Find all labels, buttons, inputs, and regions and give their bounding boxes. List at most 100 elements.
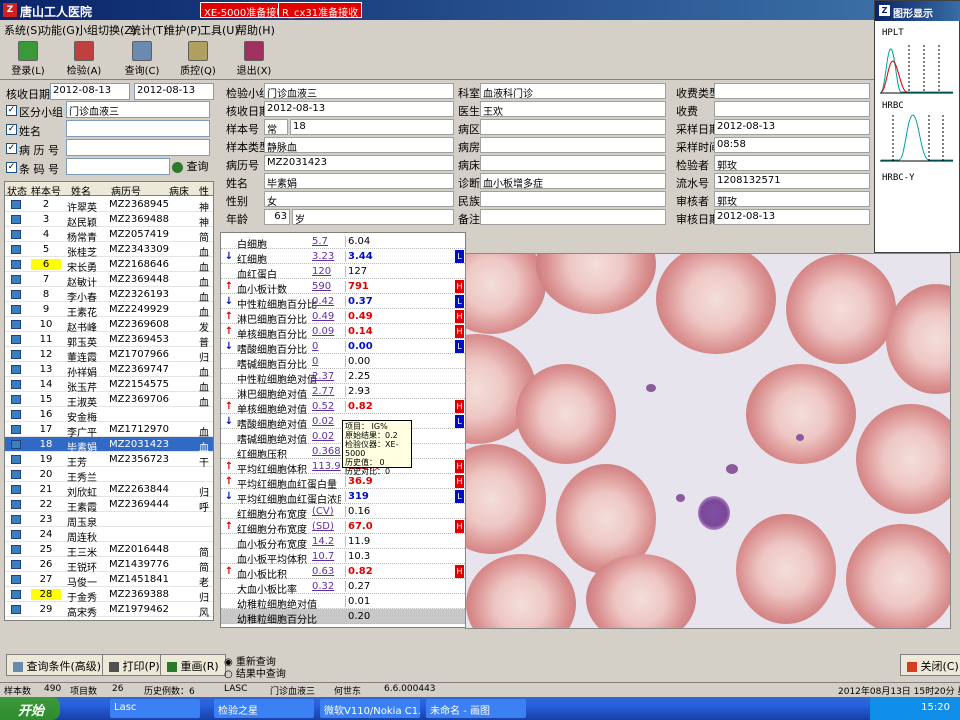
result-value[interactable]: 0.20 [345, 611, 455, 622]
result-value[interactable]: 319 [345, 491, 455, 502]
result-row[interactable]: ↑ 单核细胞绝对值 0.52 0.82 H [221, 399, 465, 416]
result-row[interactable]: ↓ 中性粒细胞百分比 0.42 0.37 L [221, 294, 465, 311]
table-row[interactable]: 13 孙祥娟 MZ2369747 血 [5, 362, 213, 379]
result-row[interactable]: ↑ 单核细胞百分比 0.09 0.14 H [221, 324, 465, 341]
history-link[interactable]: 14.2 [312, 536, 346, 547]
redraw-button[interactable]: 重画(R) [160, 654, 226, 676]
table-row[interactable]: 17 李广平 MZ1712970 血 [5, 422, 213, 439]
test-button[interactable]: 检验(A) [62, 40, 106, 77]
group-field[interactable]: 门诊血液三 [264, 83, 454, 99]
result-value[interactable]: 11.9 [345, 536, 455, 547]
table-row[interactable]: 5 张桂芝 MZ2343309 血 [5, 242, 213, 259]
result-value[interactable]: 0.01 [345, 596, 455, 607]
record-input[interactable] [66, 139, 210, 156]
review-date-field[interactable]: 2012-08-13 [714, 209, 870, 225]
menu-function[interactable]: 功能(G) [40, 22, 79, 38]
history-link[interactable]: 3.23 [312, 251, 346, 262]
table-row[interactable]: 18 毕素娟 MZ2031423 血 [5, 437, 213, 454]
task-lasc[interactable]: Lasc [110, 699, 200, 718]
result-row[interactable]: ↓ 嗜酸细胞百分比 0 0.00 L [221, 339, 465, 356]
table-row[interactable]: 6 宋长勇 MZ2168646 血 [5, 257, 213, 274]
table-row[interactable]: 26 王锐环 MZ1439776 简 [5, 557, 213, 574]
history-link[interactable]: 0.02 [312, 431, 346, 442]
search-button[interactable]: 查询 [172, 158, 212, 176]
table-row[interactable]: 15 王淑英 MZ2369706 血 [5, 392, 213, 409]
task-paint[interactable]: 未命名 - 画图 [426, 699, 526, 718]
result-row[interactable]: ↓ 红细胞 3.23 3.44 L [221, 249, 465, 266]
result-value[interactable]: 2.25 [345, 371, 455, 382]
result-row[interactable]: 淋巴细胞绝对值 2.77 2.93 [221, 384, 465, 401]
group-select[interactable]: 门诊血液三 [66, 101, 210, 118]
result-row[interactable]: 中性粒细胞绝对值 2.37 2.25 [221, 369, 465, 386]
table-row[interactable]: 19 王芳 MZ2356723 干 [5, 452, 213, 469]
result-value[interactable]: 3.44 [345, 251, 455, 262]
tester-field[interactable]: 郭玫 [714, 155, 870, 171]
menu-statistics[interactable]: 统计(T) [130, 22, 167, 38]
table-row[interactable]: 20 王秀兰 [5, 467, 213, 484]
ethnic-field[interactable] [480, 191, 666, 207]
result-value[interactable]: 0.14 [345, 326, 455, 337]
table-row[interactable]: 7 赵敏计 MZ2369448 血 [5, 272, 213, 289]
history-link[interactable]: 0.49 [312, 311, 346, 322]
patient-name-field[interactable]: 毕素娟 [264, 173, 454, 189]
history-link[interactable]: 590 [312, 281, 346, 292]
result-row[interactable]: 幼稚粒细胞绝对值 0.01 [221, 594, 465, 611]
result-value[interactable]: 2.93 [345, 386, 455, 397]
table-row[interactable]: 28 于金秀 MZ2369388 归 [5, 587, 213, 604]
history-link[interactable]: 0 [312, 356, 346, 367]
result-row[interactable]: 血小板分布宽度 14.2 11.9 [221, 534, 465, 551]
result-row[interactable]: ↑ 平均红细胞血红蛋白量 36.9 H [221, 474, 465, 491]
date-from-field[interactable]: 2012-08-13 [50, 83, 130, 100]
name-input[interactable] [66, 120, 210, 137]
subquery-radio[interactable]: ○ 结果中查询 [224, 665, 286, 680]
result-value[interactable]: 791 [345, 281, 455, 292]
result-value[interactable]: 0.82 [345, 401, 455, 412]
history-link[interactable]: 2.37 [312, 371, 346, 382]
dept-field[interactable]: 血液科门诊 [480, 83, 666, 99]
result-row[interactable]: ↑ 血小板比积 0.63 0.82 H [221, 564, 465, 581]
result-value[interactable]: 0.37 [345, 296, 455, 307]
task-nokia[interactable]: 微软V110/Nokia C1... [320, 699, 420, 718]
table-row[interactable]: 23 周玉泉 [5, 512, 213, 529]
table-row[interactable]: 25 王三米 MZ2016448 简 [5, 542, 213, 559]
qc-button[interactable]: 质控(Q) [176, 40, 220, 77]
result-row[interactable]: ↑ 血小板计数 590 791 H [221, 279, 465, 296]
table-row[interactable]: 2 许翠英 MZ2368945 神 [5, 197, 213, 214]
bed-field[interactable] [480, 155, 666, 171]
result-value[interactable]: 67.0 [345, 521, 455, 532]
history-link[interactable]: 120 [312, 266, 346, 277]
result-value[interactable]: 0.16 [345, 506, 455, 517]
result-value[interactable]: 10.3 [345, 551, 455, 562]
table-row[interactable]: 16 安金梅 [5, 407, 213, 424]
sample-no-field[interactable]: 18 [290, 119, 454, 135]
room-field[interactable] [480, 137, 666, 153]
collect-date-field[interactable]: 2012-08-13 [714, 119, 870, 135]
history-link[interactable]: 0.02 [312, 416, 346, 427]
result-value[interactable]: 127 [345, 266, 455, 277]
age-field[interactable]: 63 [264, 209, 290, 225]
table-row[interactable]: 3 赵民颖 MZ2369488 神 [5, 212, 213, 229]
task-jianyan[interactable]: 检验之星 [214, 699, 314, 718]
table-row[interactable]: 24 周连秋 [5, 527, 213, 544]
exit-button[interactable]: 退出(X) [232, 40, 276, 77]
fee-type-field[interactable] [714, 83, 870, 99]
print-button[interactable]: 打印(P) [102, 654, 167, 676]
diagnosis-field[interactable]: 血小板增多症 [480, 173, 666, 189]
age-unit-field[interactable]: 岁 [292, 209, 454, 225]
table-row[interactable]: 29 高宋秀 MZ1979462 风 [5, 602, 213, 619]
sex-field[interactable]: 女 [264, 191, 454, 207]
recv-date-field[interactable]: 2012-08-13 [264, 101, 454, 117]
result-row[interactable]: ↑ 红细胞分布宽度 (SD) 67.0 H [221, 519, 465, 536]
fee-field[interactable] [714, 101, 870, 117]
ward-field[interactable] [480, 119, 666, 135]
table-row[interactable]: 21 刘欣虹 MZ2263844 归 [5, 482, 213, 499]
result-row[interactable]: 血红蛋白 120 127 [221, 264, 465, 281]
close-button[interactable]: 关闭(C) [900, 654, 960, 676]
table-row[interactable]: 11 郭玉英 MZ2369453 普 [5, 332, 213, 349]
start-button[interactable]: 开始 [0, 697, 60, 720]
history-link[interactable]: 0.63 [312, 566, 346, 577]
history-link[interactable]: 10.7 [312, 551, 346, 562]
history-link[interactable]: (SD) [312, 521, 346, 532]
result-value[interactable]: 0.49 [345, 311, 455, 322]
result-row[interactable]: 血小板平均体积 10.7 10.3 [221, 549, 465, 566]
